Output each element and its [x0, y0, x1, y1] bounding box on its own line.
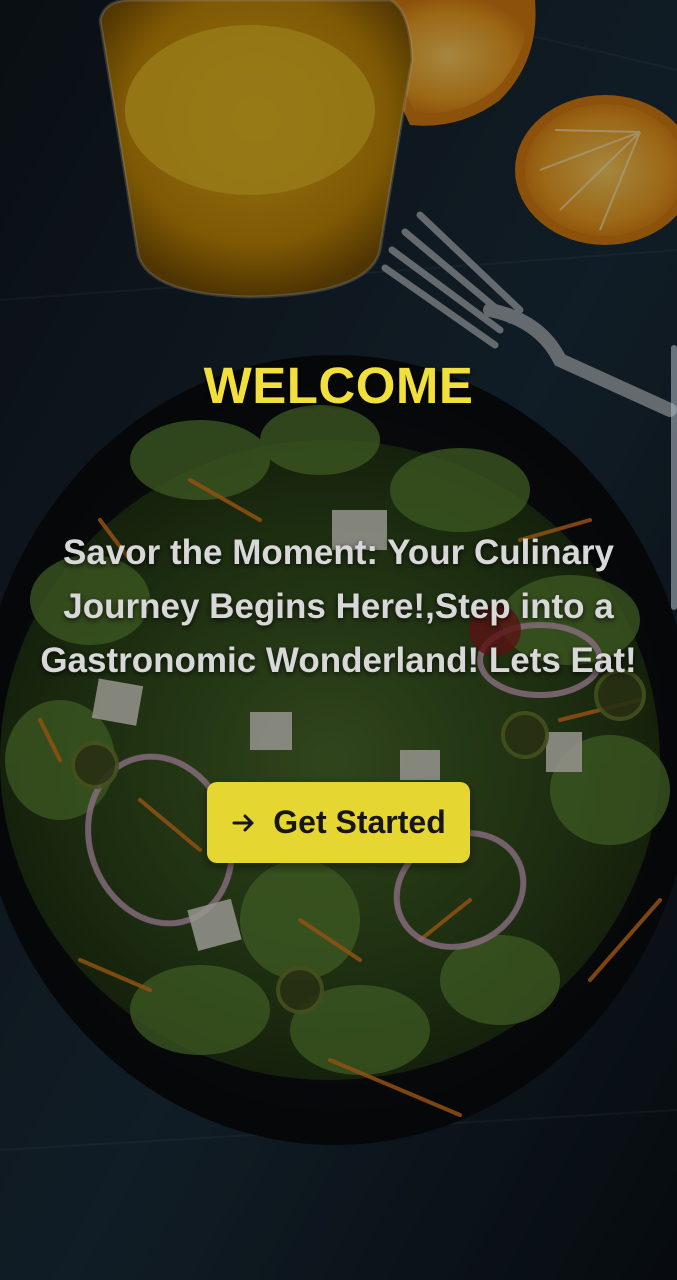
salad [0, 405, 670, 1117]
plate [0, 355, 677, 1145]
welcome-overlay: WELCOME Savor the Moment: Your Culinary … [0, 0, 677, 1280]
welcome-screen: WELCOME Savor the Moment: Your Culinary … [0, 0, 677, 1280]
orange-slice-right [515, 95, 677, 245]
get-started-button[interactable]: Get Started [207, 782, 470, 863]
orange-slice-top [360, 0, 536, 126]
arrow-right-icon [231, 810, 257, 836]
juice-glass [98, 0, 414, 299]
tagline-text: Savor the Moment: Your Culinary Journey … [40, 533, 637, 680]
get-started-label: Get Started [273, 804, 446, 840]
welcome-title: WELCOME [203, 357, 474, 414]
